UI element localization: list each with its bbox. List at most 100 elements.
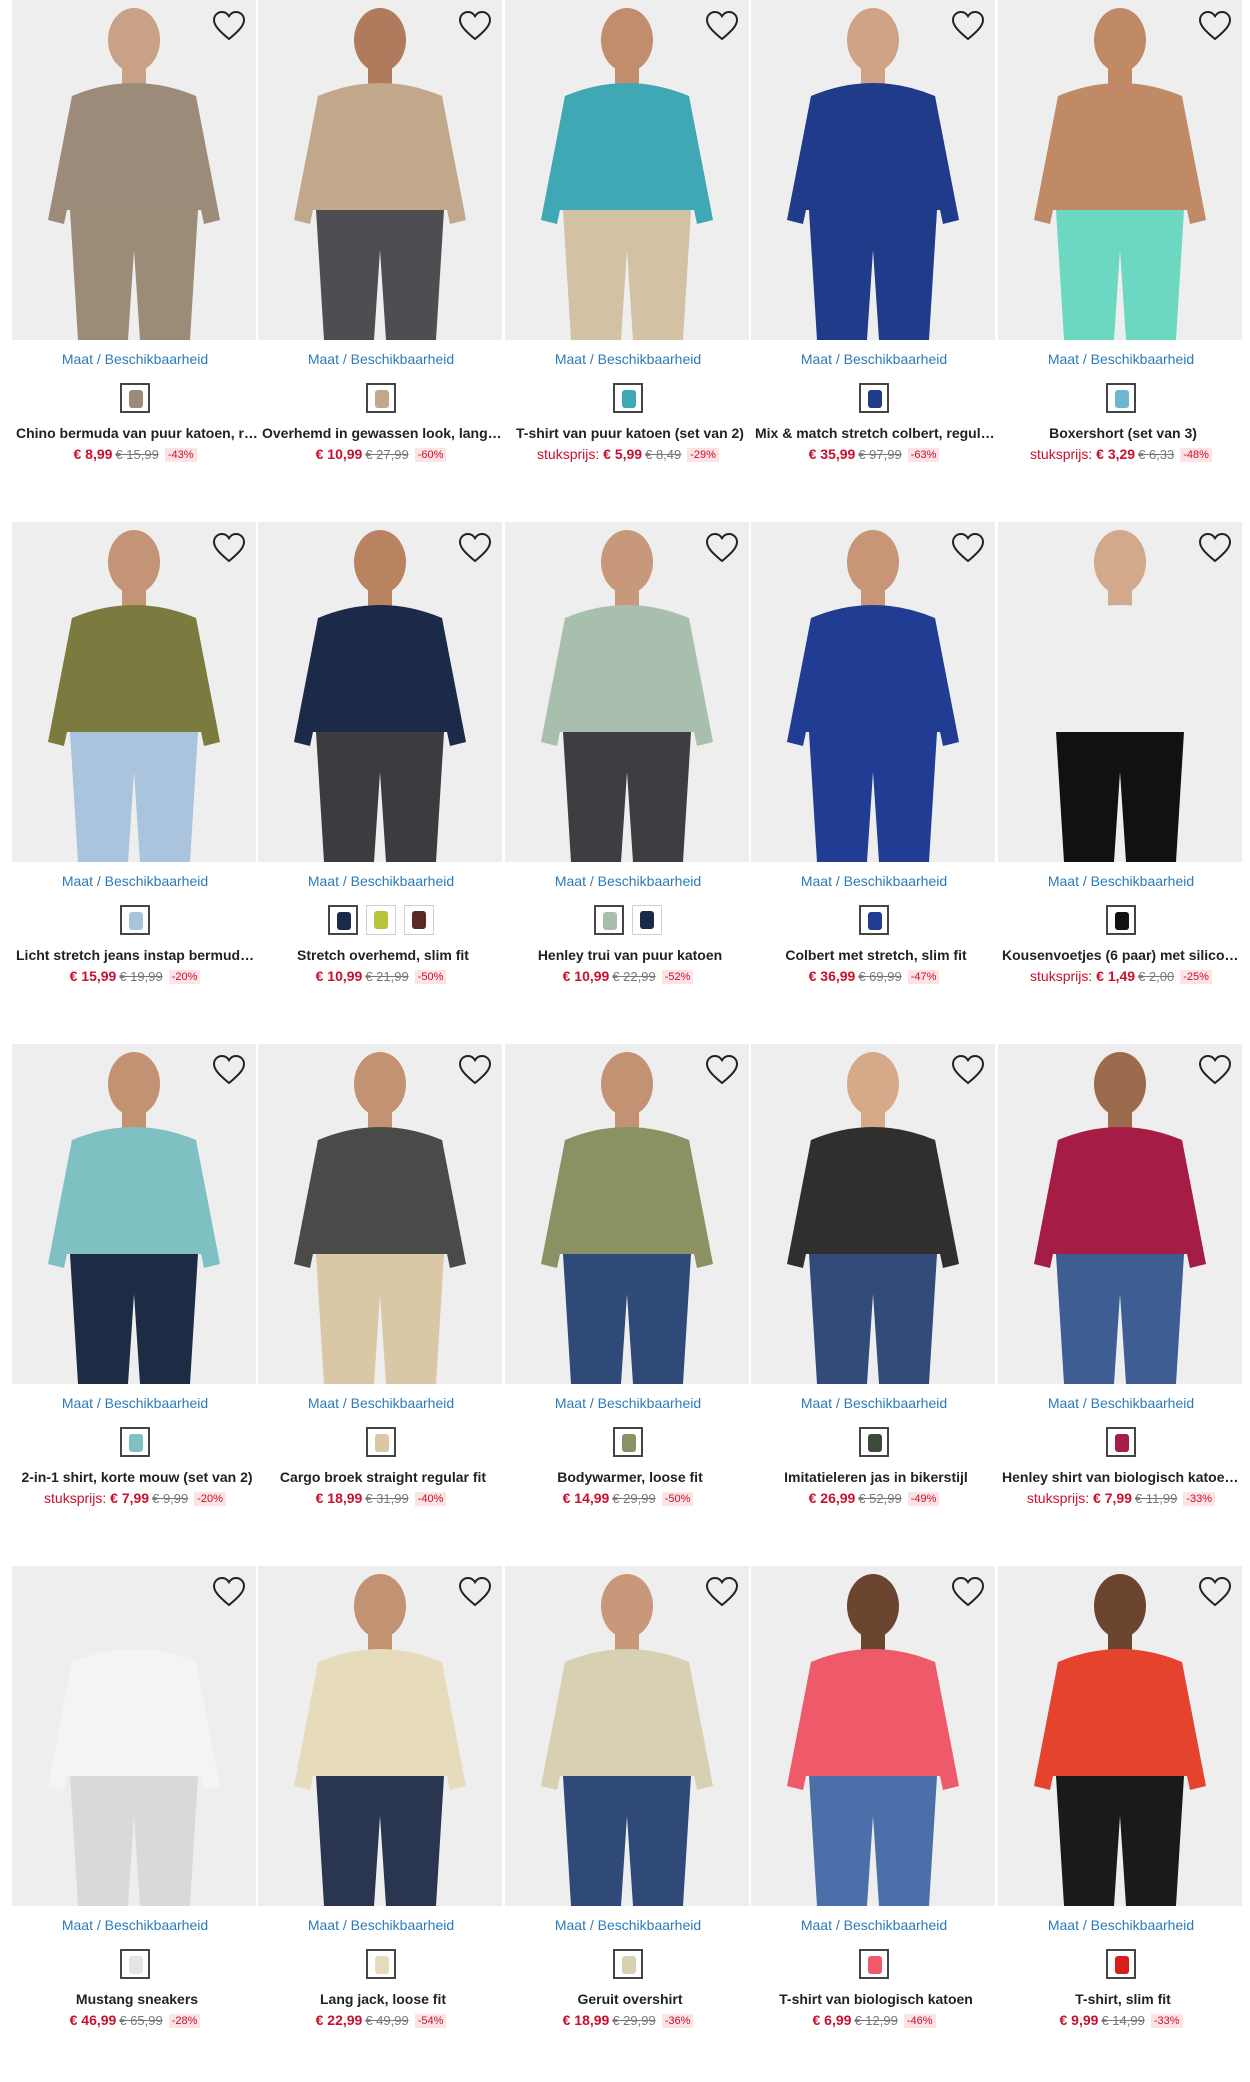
product-image[interactable] xyxy=(998,0,1242,340)
color-swatch[interactable] xyxy=(120,1427,150,1457)
color-swatch[interactable] xyxy=(120,383,150,413)
wishlist-heart-icon[interactable] xyxy=(212,532,246,564)
product-card[interactable]: Maat / Beschikbaarheid Lang jack, loose f… xyxy=(258,1566,504,2036)
product-photo[interactable] xyxy=(998,1044,1242,1384)
color-swatch[interactable] xyxy=(328,905,358,935)
product-image[interactable] xyxy=(751,522,995,862)
color-swatch[interactable] xyxy=(632,905,662,935)
product-image[interactable] xyxy=(258,0,502,340)
color-swatch[interactable] xyxy=(1106,1949,1136,1979)
color-swatch[interactable] xyxy=(859,1427,889,1457)
size-availability-link[interactable]: Maat / Beschikbaarheid xyxy=(751,1395,997,1411)
size-availability-link[interactable]: Maat / Beschikbaarheid xyxy=(12,351,258,367)
product-title[interactable]: Imitatieleren jas in bikerstijl xyxy=(755,1469,997,1485)
product-image[interactable] xyxy=(751,0,995,340)
size-availability-link[interactable]: Maat / Beschikbaarheid xyxy=(258,873,504,889)
size-availability-link[interactable]: Maat / Beschikbaarheid xyxy=(751,1917,997,1933)
product-card[interactable]: Maat / Beschikbaarheid Kousenvoetjes (6 p… xyxy=(998,522,1244,992)
product-title[interactable]: Bodywarmer, loose fit xyxy=(509,1469,751,1485)
product-photo[interactable] xyxy=(751,1044,995,1384)
color-swatch[interactable] xyxy=(404,905,434,935)
product-image[interactable] xyxy=(258,1044,502,1384)
product-card[interactable]: Maat / Beschikbaarheid Mustang sneakers € … xyxy=(12,1566,258,2036)
product-title[interactable]: T-shirt, slim fit xyxy=(1002,1991,1244,2007)
product-photo[interactable] xyxy=(505,0,749,340)
product-photo[interactable] xyxy=(258,1566,502,1906)
size-availability-link[interactable]: Maat / Beschikbaarheid xyxy=(751,351,997,367)
color-swatch[interactable] xyxy=(120,1949,150,1979)
color-swatch[interactable] xyxy=(613,383,643,413)
wishlist-heart-icon[interactable] xyxy=(458,10,492,42)
color-swatch[interactable] xyxy=(1106,1427,1136,1457)
product-photo[interactable] xyxy=(751,0,995,340)
product-title[interactable]: Licht stretch jeans instap bermuda ,... xyxy=(16,947,258,963)
wishlist-heart-icon[interactable] xyxy=(951,10,985,42)
product-image[interactable] xyxy=(751,1044,995,1384)
wishlist-heart-icon[interactable] xyxy=(951,1054,985,1086)
color-swatch[interactable] xyxy=(594,905,624,935)
product-card[interactable]: Maat / Beschikbaarheid Boxershort (set va… xyxy=(998,0,1244,470)
size-availability-link[interactable]: Maat / Beschikbaarheid xyxy=(258,1395,504,1411)
product-title[interactable]: T-shirt van puur katoen (set van 2) xyxy=(509,425,751,441)
color-swatch[interactable] xyxy=(366,905,396,935)
product-card[interactable]: Maat / Beschikbaarheid Henley trui van pu… xyxy=(505,522,751,992)
color-swatch[interactable] xyxy=(366,383,396,413)
product-card[interactable]: Maat / Beschikbaarheid Chino bermuda van … xyxy=(12,0,258,470)
product-image[interactable] xyxy=(505,0,749,340)
color-swatch[interactable] xyxy=(1106,905,1136,935)
product-title[interactable]: Mix & match stretch colbert, regula... xyxy=(755,425,997,441)
wishlist-heart-icon[interactable] xyxy=(1198,1576,1232,1608)
wishlist-heart-icon[interactable] xyxy=(1198,1054,1232,1086)
product-photo[interactable] xyxy=(998,522,1242,862)
product-card[interactable]: Maat / Beschikbaarheid Mix & match stretc… xyxy=(751,0,997,470)
size-availability-link[interactable]: Maat / Beschikbaarheid xyxy=(505,1917,751,1933)
product-image[interactable] xyxy=(12,1044,256,1384)
product-title[interactable]: Colbert met stretch, slim fit xyxy=(755,947,997,963)
product-photo[interactable] xyxy=(998,1566,1242,1906)
product-card[interactable]: Maat / Beschikbaarheid Overhemd in gewass… xyxy=(258,0,504,470)
product-image[interactable] xyxy=(12,1566,256,1906)
product-image[interactable] xyxy=(12,522,256,862)
product-title[interactable]: T-shirt van biologisch katoen xyxy=(755,1991,997,2007)
wishlist-heart-icon[interactable] xyxy=(458,1054,492,1086)
wishlist-heart-icon[interactable] xyxy=(951,1576,985,1608)
product-card[interactable]: Maat / Beschikbaarheid T-shirt, slim fit €… xyxy=(998,1566,1244,2036)
product-title[interactable]: Cargo broek straight regular fit xyxy=(262,1469,504,1485)
product-card[interactable]: Maat / Beschikbaarheid Cargo broek straig… xyxy=(258,1044,504,1514)
product-card[interactable]: Maat / Beschikbaarheid Stretch overhemd, … xyxy=(258,522,504,992)
product-photo[interactable] xyxy=(12,1044,256,1384)
product-image[interactable] xyxy=(505,1044,749,1384)
product-image[interactable] xyxy=(998,1566,1242,1906)
product-title[interactable]: Chino bermuda van puur katoen, re... xyxy=(16,425,258,441)
product-photo[interactable] xyxy=(258,1044,502,1384)
product-photo[interactable] xyxy=(751,1566,995,1906)
color-swatch[interactable] xyxy=(613,1949,643,1979)
product-title[interactable]: Boxershort (set van 3) xyxy=(1002,425,1244,441)
color-swatch[interactable] xyxy=(859,905,889,935)
product-title[interactable]: 2-in-1 shirt, korte mouw (set van 2) xyxy=(16,1469,258,1485)
color-swatch[interactable] xyxy=(859,383,889,413)
color-swatch[interactable] xyxy=(366,1949,396,1979)
product-card[interactable]: Maat / Beschikbaarheid Geruit overshirt € … xyxy=(505,1566,751,2036)
product-image[interactable] xyxy=(505,1566,749,1906)
product-image[interactable] xyxy=(751,1566,995,1906)
color-swatch[interactable] xyxy=(859,1949,889,1979)
size-availability-link[interactable]: Maat / Beschikbaarheid xyxy=(998,873,1244,889)
product-title[interactable]: Overhemd in gewassen look, lange ... xyxy=(262,425,504,441)
product-card[interactable]: Maat / Beschikbaarheid Henley shirt van b… xyxy=(998,1044,1244,1514)
size-availability-link[interactable]: Maat / Beschikbaarheid xyxy=(12,1395,258,1411)
product-title[interactable]: Mustang sneakers xyxy=(16,1991,258,2007)
product-card[interactable]: Maat / Beschikbaarheid Licht stretch jean… xyxy=(12,522,258,992)
product-title[interactable]: Henley shirt van biologisch katoen (... xyxy=(1002,1469,1244,1485)
product-photo[interactable] xyxy=(12,1566,256,1906)
size-availability-link[interactable]: Maat / Beschikbaarheid xyxy=(998,1395,1244,1411)
product-photo[interactable] xyxy=(751,522,995,862)
size-availability-link[interactable]: Maat / Beschikbaarheid xyxy=(751,873,997,889)
wishlist-heart-icon[interactable] xyxy=(1198,10,1232,42)
color-swatch[interactable] xyxy=(366,1427,396,1457)
product-photo[interactable] xyxy=(258,0,502,340)
product-image[interactable] xyxy=(998,1044,1242,1384)
product-image[interactable] xyxy=(258,522,502,862)
wishlist-heart-icon[interactable] xyxy=(212,1576,246,1608)
product-photo[interactable] xyxy=(505,1044,749,1384)
